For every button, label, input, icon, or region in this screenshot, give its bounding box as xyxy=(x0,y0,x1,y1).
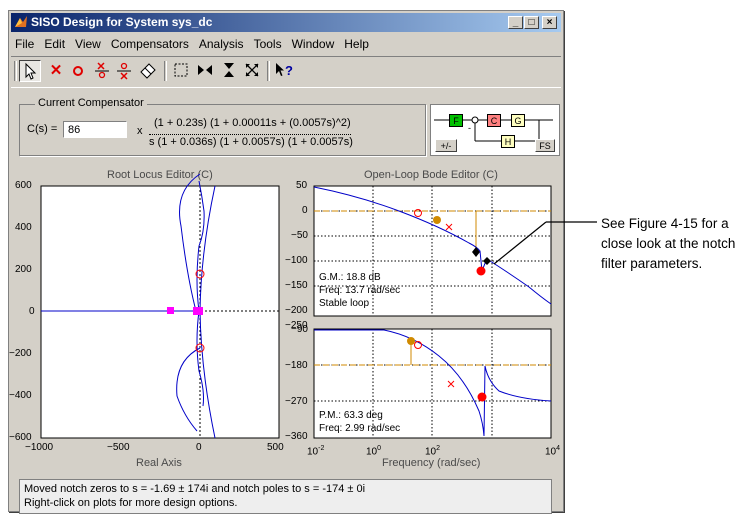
annotation-line-2: close look at the notch xyxy=(601,236,736,251)
annotation-line-3: filter parameters. xyxy=(601,256,703,271)
annotation-text: See Figure 4-15 for a close look at the … xyxy=(601,214,735,274)
annotation-line-1: See Figure 4-15 for a xyxy=(601,216,729,231)
